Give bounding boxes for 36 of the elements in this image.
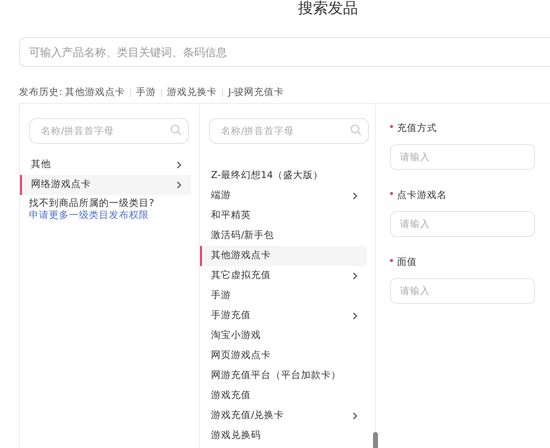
history-link[interactable]: 手游 [136,86,156,100]
category-item[interactable]: 手游 [200,286,367,306]
scrollbar-thumb[interactable] [373,432,378,448]
category-item[interactable]: 激活码/新手包 [200,226,367,246]
page-title: 搜索发品 [298,0,358,19]
category-item[interactable]: 端游 [200,186,367,206]
category-item[interactable]: 其他 [20,155,191,175]
filter-field[interactable]: 名称/拼音首字母 [209,118,369,144]
input-field[interactable]: 请输入 [390,278,535,304]
history-label: 发布历史: [19,86,62,100]
category-item[interactable]: 网游充值平台（平台加款卡） [200,366,367,386]
search-icon [350,124,362,136]
category-item[interactable]: 其它虚拟充值 [200,266,367,286]
category-item[interactable]: 手游充值 [200,306,367,326]
history-link[interactable]: J-骏网充值卡 [228,86,284,100]
history-link[interactable]: 游戏兑换卡 [167,86,218,100]
search-icon [170,124,182,136]
category-item[interactable]: 游戏充值/兑换卡 [200,406,367,426]
help-text: 找不到商品所属的一级类目? 申请更多一级类目发布权限 [20,195,199,222]
category-item[interactable]: 淘宝小游戏 [200,326,367,346]
field-label: 充值方式 [397,122,437,136]
category-item[interactable]: 游戏兑换码 [200,426,367,446]
category-item[interactable]: 网页游戏点卡 [200,346,367,366]
category-item[interactable]: 游戏充值 [200,386,367,406]
filter-field[interactable]: 名称/拼音首字母 [29,118,189,144]
search-field[interactable]: 可输入产品名称、类目关键词、条码信息 [19,37,550,67]
field-label: 面值 [397,256,417,270]
category-item[interactable]: Z-最终幻想14（盛大版） [200,166,367,186]
category-item[interactable]: 其他游戏点卡 [200,246,367,266]
category-item[interactable]: 和平精英 [200,206,367,226]
field-label: 点卡游戏名 [397,188,447,203]
apply-link[interactable]: 申请更多一级类目发布权限 [29,210,190,222]
input-field[interactable]: 请输入 [390,144,535,170]
input-field[interactable]: 请输入 [390,211,535,237]
category-item[interactable]: 网络游戏点卡 [20,175,191,195]
history-link[interactable]: 其他游戏点卡 [65,86,126,100]
